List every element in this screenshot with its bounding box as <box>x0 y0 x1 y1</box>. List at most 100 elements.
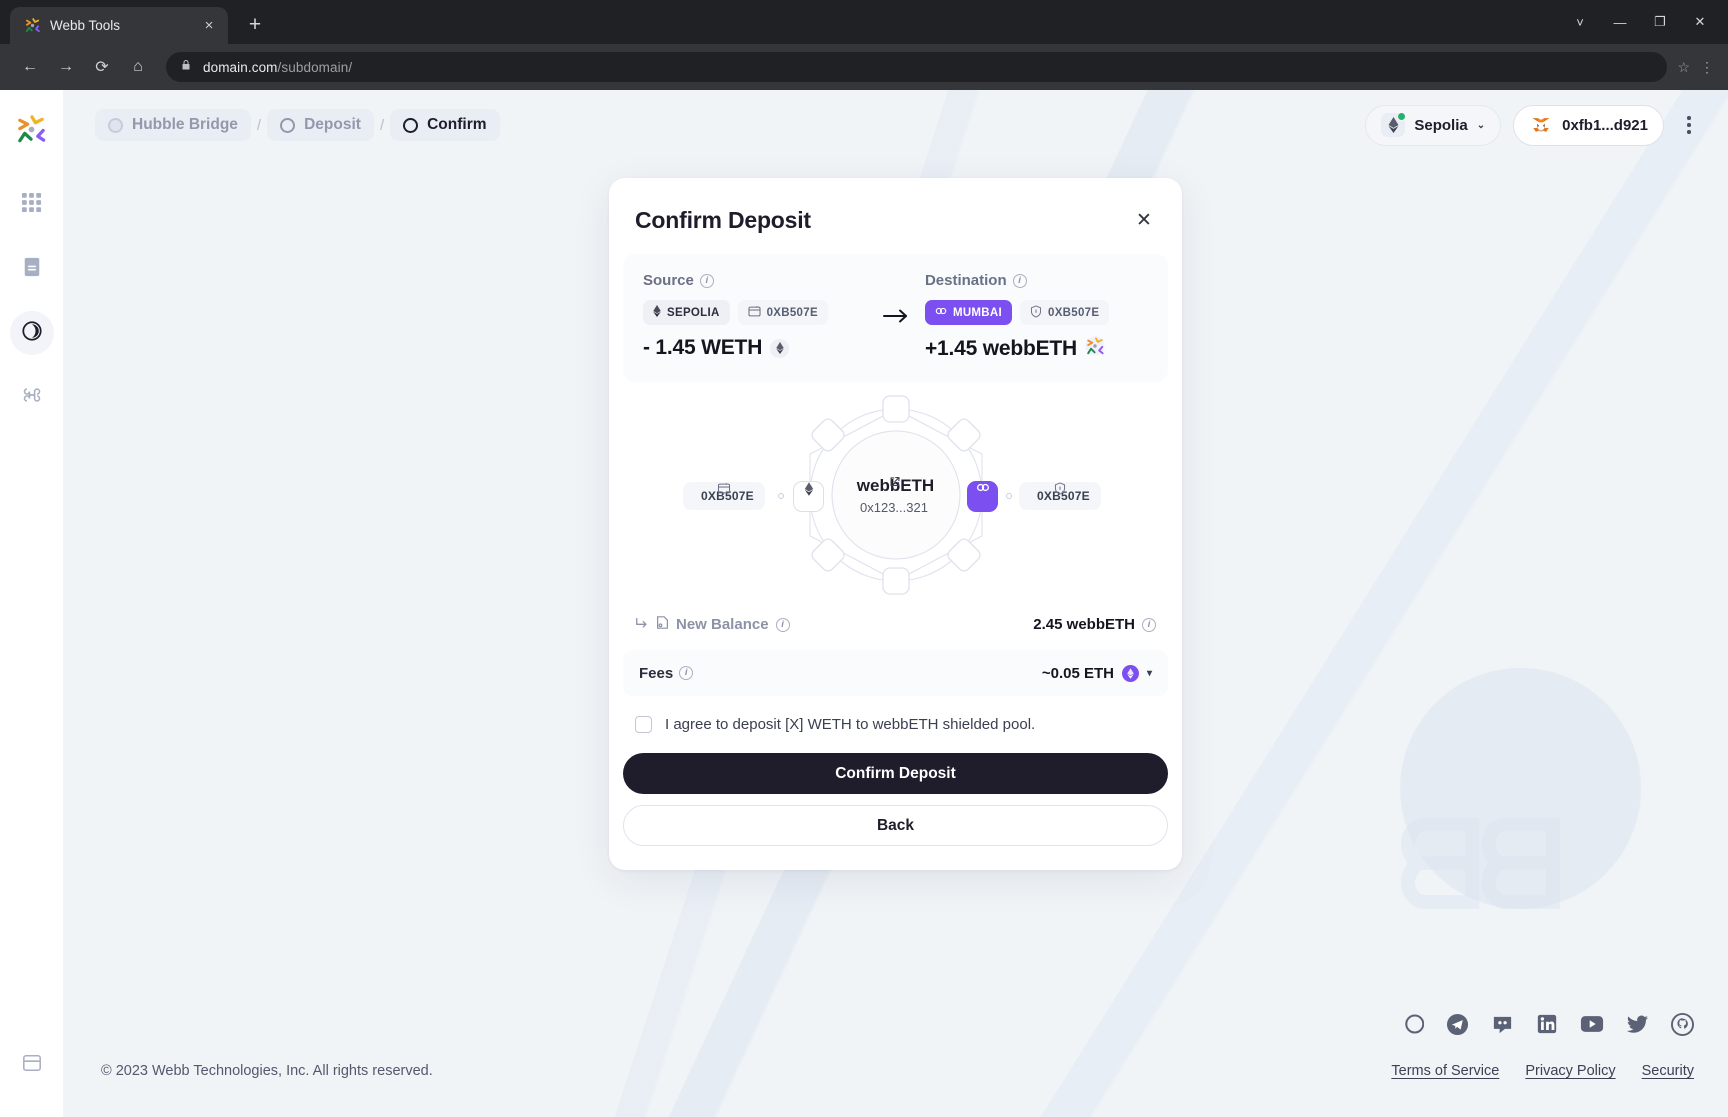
telegram-icon[interactable] <box>1446 1013 1469 1041</box>
ethereum-icon <box>1381 112 1407 137</box>
url-input[interactable]: domain.com/subdomain/ <box>166 52 1668 82</box>
destination-label: Destination <box>924 272 1007 289</box>
chevron-down-icon[interactable]: ▾ <box>1147 668 1152 679</box>
sidebar-collapse-button[interactable] <box>10 1043 54 1087</box>
breadcrumb-item-deposit[interactable]: Deposit <box>267 109 374 141</box>
agreement-row[interactable]: I agree to deposit [X] WETH to webbETH s… <box>635 716 1156 733</box>
webb-token-icon <box>1085 336 1105 362</box>
youtube-icon[interactable] <box>1580 1014 1604 1039</box>
destination-amount: +1.45 webbETH <box>924 337 1077 360</box>
network-label: Sepolia <box>1414 116 1468 134</box>
browser-menu-icon[interactable]: ⋮ <box>1700 59 1714 76</box>
window-maximize-button[interactable]: ❐ <box>1642 8 1678 36</box>
route-summary: Source i SEPOLIA 0XB507E - 1.45 WETH Des… <box>623 254 1168 382</box>
info-icon[interactable]: i <box>1142 617 1156 632</box>
bookmark-star-icon[interactable]: ☆ <box>1677 59 1690 76</box>
breadcrumb-label: Hubble Bridge <box>132 116 238 133</box>
fees-label-group: Fees i <box>639 665 694 682</box>
window-close-button[interactable]: ✕ <box>1682 8 1718 36</box>
route-arrow <box>866 272 925 324</box>
destination-label-row: Destination i <box>925 272 1148 289</box>
url-path: /subdomain/ <box>277 59 353 75</box>
browser-tab[interactable]: Webb Tools × <box>10 7 228 44</box>
diagram-right-node <box>967 481 998 512</box>
twitter-icon[interactable] <box>1626 1013 1649 1041</box>
source-label-row: Source i <box>643 272 866 289</box>
bridge-circle-icon <box>21 320 43 347</box>
forward-icon[interactable]: → <box>50 51 82 83</box>
reload-icon[interactable]: ⟳ <box>86 51 118 83</box>
main-area: Hubble Bridge / Deposit / Confirm Sepoli… <box>63 90 1728 1117</box>
top-bar: Hubble Bridge / Deposit / Confirm Sepoli… <box>63 90 1728 160</box>
back-button[interactable]: Back <box>623 805 1168 846</box>
omnibox-actions: ☆ ⋮ <box>1677 59 1714 76</box>
bridge-diagram: webbETH 0x123...321 0XB507E 0XB507E <box>609 388 1182 603</box>
omnibox-bar: ← → ⟳ ⌂ domain.com/subdomain/ ☆ ⋮ <box>0 44 1728 90</box>
network-selector-button[interactable]: Sepolia ⌄ <box>1365 104 1502 146</box>
linkedin-icon[interactable] <box>1536 1013 1558 1040</box>
info-icon[interactable]: i <box>1012 273 1027 288</box>
ethereum-icon <box>770 338 790 358</box>
chevron-down-icon: ⌄ <box>1476 119 1486 131</box>
destination-chain-pill: MUMBAI <box>924 300 1013 325</box>
confirm-deposit-button[interactable]: Confirm Deposit <box>623 753 1168 794</box>
agreement-checkbox[interactable] <box>635 716 652 733</box>
breadcrumb: Hubble Bridge / Deposit / Confirm <box>95 109 500 141</box>
commons-icon[interactable] <box>1399 1012 1425 1041</box>
footer-link-security[interactable]: Security <box>1642 1063 1694 1079</box>
panel-collapse-icon <box>22 1053 42 1078</box>
fees-row[interactable]: Fees i ~0.05 ETH ▾ <box>623 650 1168 696</box>
sidebar-item-bridge[interactable] <box>9 311 54 355</box>
sidebar-item-apps[interactable] <box>10 183 54 227</box>
eth-purple-icon <box>1121 664 1139 682</box>
breadcrumb-item-confirm[interactable]: Confirm <box>390 109 500 141</box>
destination-column: Destination i MUMBAI 0XB507E +1.45 webbE… <box>924 272 1148 362</box>
discord-icon[interactable] <box>1491 1013 1514 1041</box>
info-icon[interactable]: i <box>699 273 714 288</box>
breadcrumb-separator: / <box>256 116 262 134</box>
info-icon[interactable]: i <box>679 666 694 680</box>
sidebar-item-statistics[interactable] <box>10 247 54 291</box>
window-extra-button[interactable]: ˅ <box>1562 8 1598 36</box>
webb-logo-icon <box>24 17 41 34</box>
status-dot <box>1397 112 1407 121</box>
footer: © 2023 Webb Technologies, Inc. All right… <box>63 967 1728 1117</box>
diagram-right-address-tag: 0XB507E <box>1019 482 1101 510</box>
github-icon[interactable] <box>1671 1012 1694 1041</box>
grid-icon <box>21 192 42 218</box>
window-minimize-button[interactable]: — <box>1602 8 1638 36</box>
source-address-label: 0XB507E <box>766 306 818 319</box>
new-tab-button[interactable]: + <box>240 10 270 40</box>
sidebar-item-wrap-unwrap[interactable] <box>10 375 54 419</box>
close-tab-icon[interactable]: × <box>200 17 218 35</box>
fees-value-group: ~0.05 ETH ▾ <box>1042 664 1152 682</box>
app-root: Hubble Bridge / Deposit / Confirm Sepoli… <box>0 90 1728 1117</box>
info-icon[interactable]: i <box>775 617 790 632</box>
destination-amount-row: +1.45 webbETH <box>925 336 1148 362</box>
command-icon <box>21 384 43 411</box>
ethereum-icon <box>653 305 661 320</box>
more-options-icon[interactable] <box>1676 108 1702 142</box>
diagram-right-connector-dot <box>1006 493 1012 499</box>
circle-icon <box>403 117 419 133</box>
shielded-note-icon <box>656 615 669 634</box>
breadcrumb-label: Confirm <box>427 116 487 133</box>
footer-link-privacy[interactable]: Privacy Policy <box>1525 1063 1615 1079</box>
footer-links: Terms of Service Privacy Policy Security <box>1391 1063 1694 1079</box>
breadcrumb-item-hubble-bridge[interactable]: Hubble Bridge <box>95 109 251 141</box>
wallet-button[interactable]: 0xfb1...d921 <box>1513 104 1664 146</box>
home-icon[interactable]: ⌂ <box>122 51 154 83</box>
lock-icon <box>180 58 192 76</box>
corner-down-right-icon <box>635 616 649 634</box>
back-icon[interactable]: ← <box>14 51 46 83</box>
source-column: Source i SEPOLIA 0XB507E - 1.45 WETH <box>643 272 866 360</box>
diagram-left-connector-dot <box>778 493 784 499</box>
footer-link-terms[interactable]: Terms of Service <box>1391 1063 1499 1079</box>
wallet-address-label: 0xfb1...d921 <box>1562 116 1648 134</box>
breadcrumb-separator: / <box>379 116 385 134</box>
new-balance-value-group: 2.45 webbETH i <box>1033 616 1156 633</box>
close-icon[interactable]: ✕ <box>1130 206 1158 234</box>
bridge-circle-icon <box>108 117 123 133</box>
source-chain-label: SEPOLIA <box>667 306 720 319</box>
webb-logo[interactable] <box>16 114 47 145</box>
